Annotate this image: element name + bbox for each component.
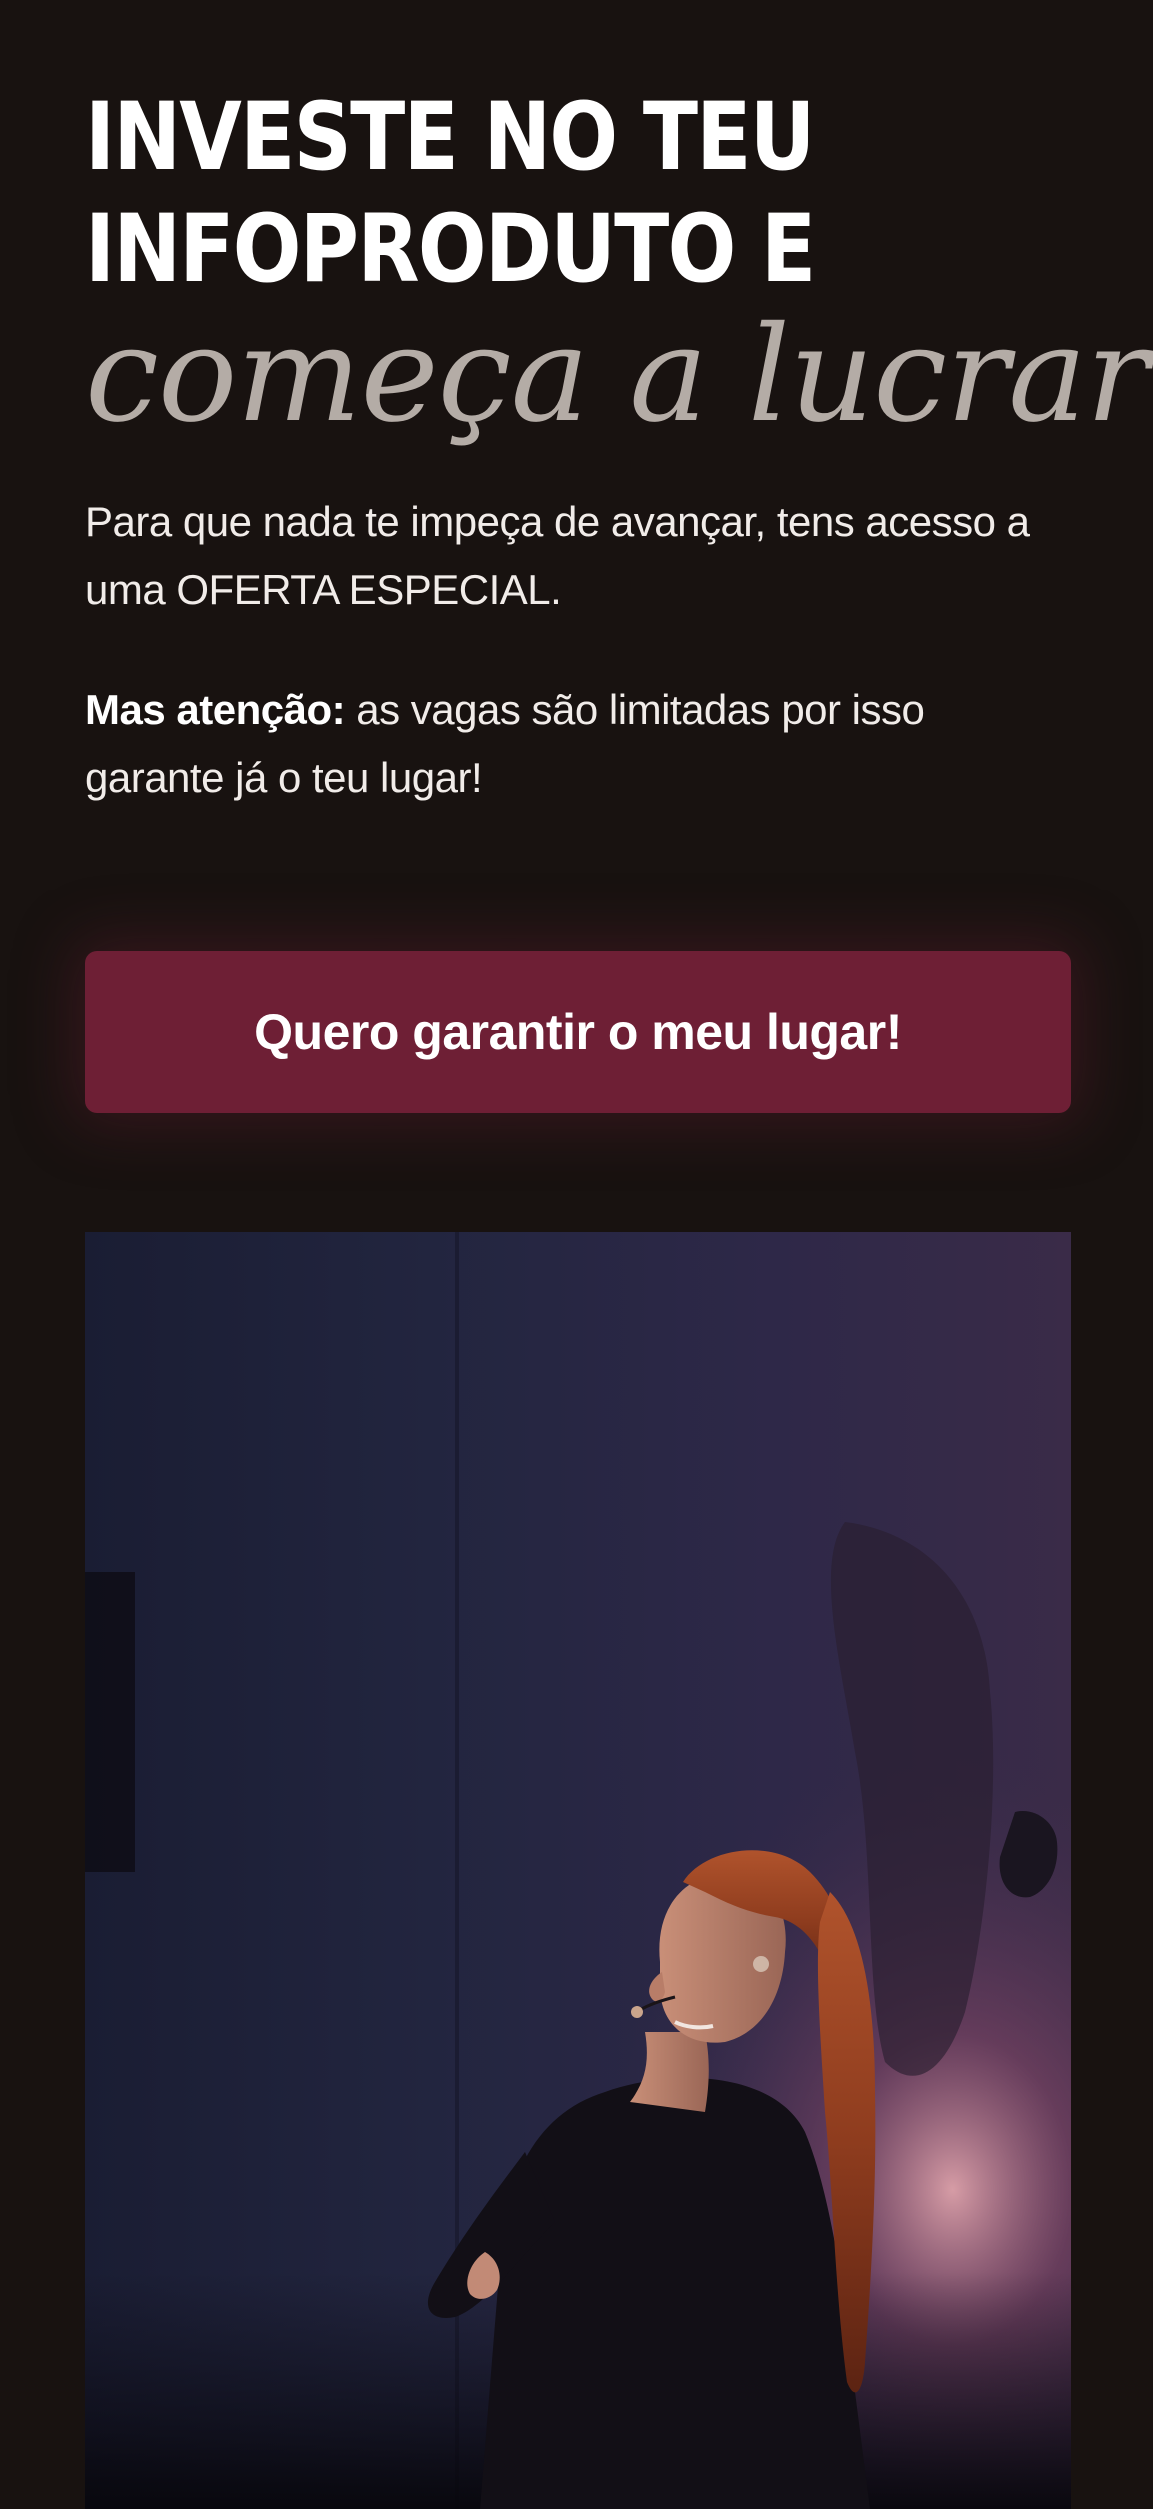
attention-paragraph: Mas atenção: as vagas são limitadas por … <box>85 676 1071 812</box>
reserve-spot-button[interactable]: Quero garantir o meu lugar! <box>85 951 1071 1113</box>
speaker-photo-illustration <box>85 1232 1071 2509</box>
headline-line-1: INVESTE NO TEU <box>85 83 815 192</box>
hero-section: INVESTE NO TEU INFOPRODUTO E começa a lu… <box>85 82 1149 812</box>
headline-line-2: INFOPRODUTO E <box>85 195 816 304</box>
hero-headline: INVESTE NO TEU INFOPRODUTO E começa a lu… <box>85 82 1149 452</box>
headline-script: começa a lucrar <box>85 298 1149 452</box>
speaker-photo <box>85 1232 1071 2509</box>
landing-page: INVESTE NO TEU INFOPRODUTO E começa a lu… <box>0 0 1153 2509</box>
offer-paragraph: Para que nada te impeça de avançar, tens… <box>85 498 1030 613</box>
attention-label: Mas atenção: <box>85 686 346 733</box>
